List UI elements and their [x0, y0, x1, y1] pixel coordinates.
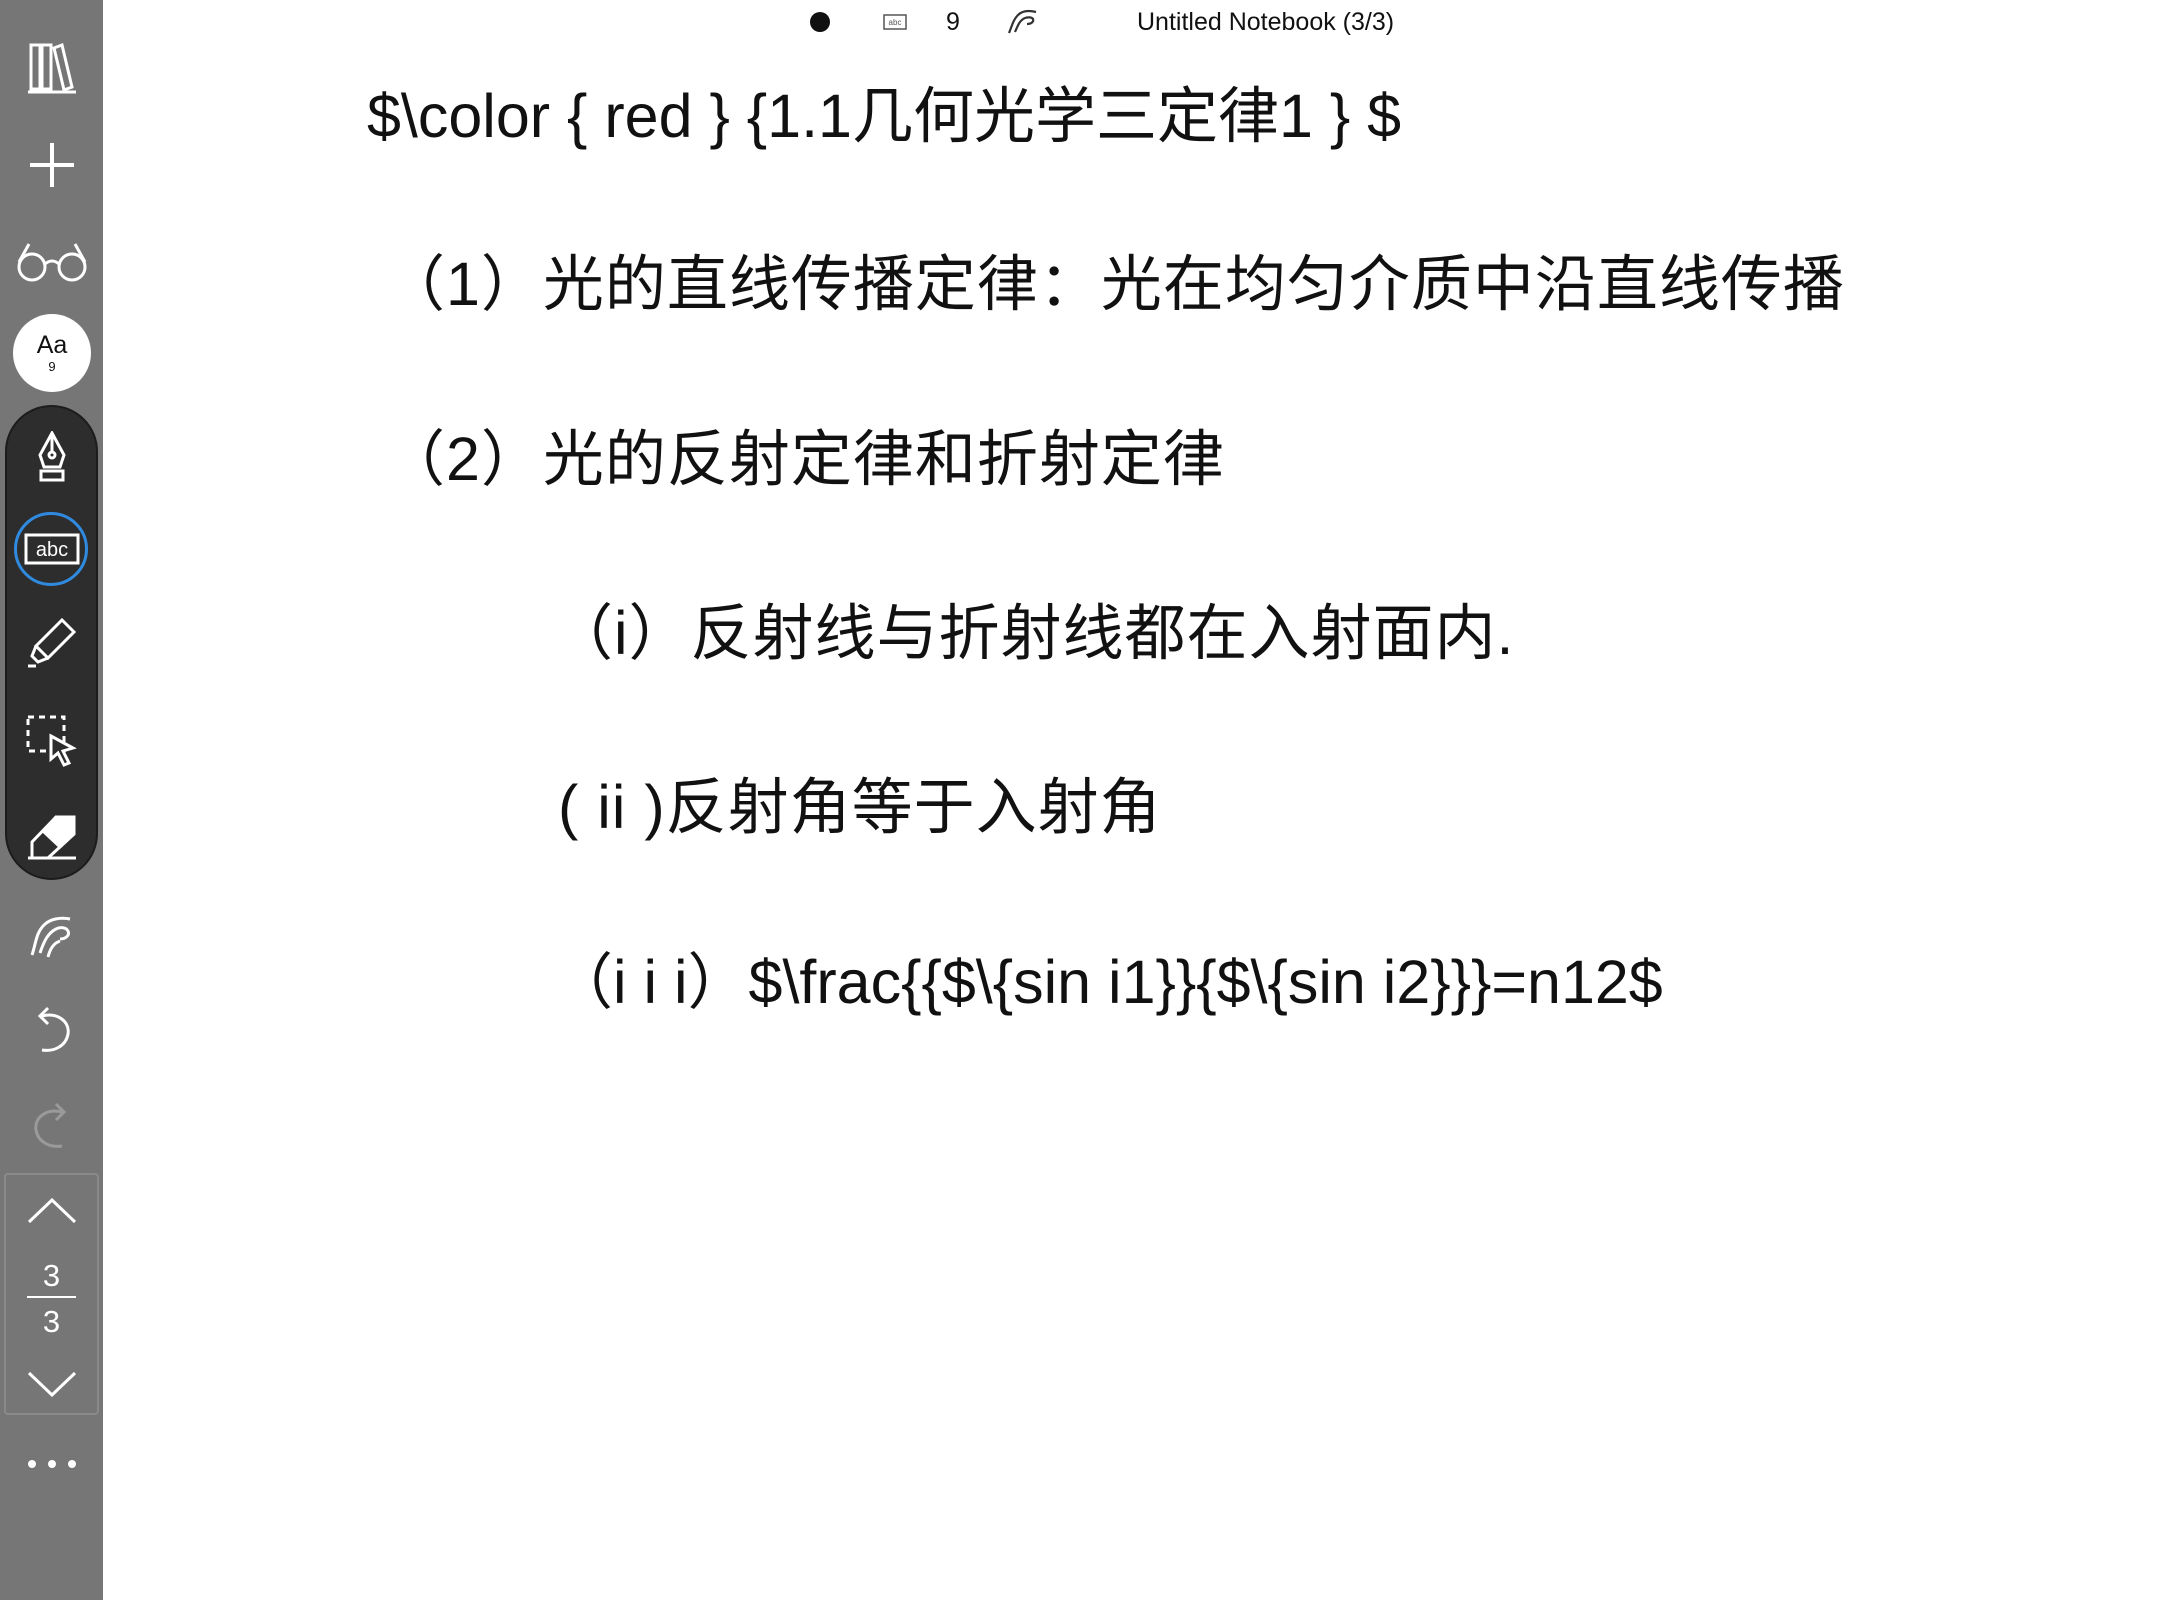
chevron-up-icon [27, 1198, 76, 1224]
notebook-status-bar: abc 9 Untitled Notebook (3/3) [103, 0, 2176, 44]
eraser-icon [27, 815, 76, 860]
more-dots-icon [27, 1460, 76, 1468]
more-options-button[interactable] [0, 1424, 103, 1504]
text-line-2[interactable]: （2）光的反射定律和折射定律 [384, 429, 1225, 490]
text-box-icon: abc [24, 533, 79, 565]
text-line-3[interactable]: （i）反射线与折射线都在入射面内. [552, 603, 1515, 664]
redo-button[interactable] [0, 1082, 103, 1172]
next-page-button[interactable] [0, 1348, 103, 1420]
current-page-number: 3 [42, 1258, 61, 1293]
add-page-button[interactable] [0, 120, 103, 210]
undo-icon [37, 1006, 70, 1052]
hand-gesture-indicator-icon[interactable] [1006, 6, 1040, 36]
pen-tool-button[interactable] [0, 412, 103, 502]
library-button[interactable] [0, 22, 103, 112]
eraser-tool-button[interactable] [0, 792, 103, 882]
undo-button[interactable] [0, 986, 103, 1076]
highlighter-icon [27, 617, 76, 668]
lasso-select-icon [26, 715, 77, 767]
lasso-tool-button[interactable] [0, 696, 103, 786]
toolbar-sidebar: Aa 9 abc 3 3 [0, 0, 103, 1600]
gesture-tool-button[interactable] [0, 890, 103, 980]
svg-text:abc: abc [35, 539, 67, 561]
highlighter-tool-button[interactable] [0, 597, 103, 687]
redo-icon [33, 1102, 66, 1148]
text-tool-indicator-icon[interactable]: abc [883, 14, 907, 30]
glasses-icon [17, 243, 86, 282]
previous-page-button[interactable] [0, 1174, 103, 1248]
pen-color-dot-icon[interactable] [809, 11, 831, 33]
font-settings-button[interactable]: Aa 9 [13, 314, 91, 392]
library-icon [27, 42, 76, 94]
text-line-1[interactable]: （1）光的直线传播定律：光在均匀介质中沿直线传播 [384, 254, 1845, 315]
hand-gesture-icon [30, 916, 70, 958]
view-mode-button[interactable] [0, 217, 103, 307]
text-tool-button[interactable]: abc [0, 504, 103, 594]
plus-icon [29, 143, 74, 187]
notebook-title[interactable]: Untitled Notebook (3/3) [1137, 8, 1394, 37]
fountain-pen-icon [37, 431, 66, 482]
text-line-5[interactable]: （i i i）$\frac{{$\{sin i1}}{$\{sin i2}}}=… [552, 952, 1663, 1013]
font-icon: Aa [36, 331, 68, 359]
svg-text:abc: abc [889, 18, 902, 27]
total-page-count: 3 [42, 1304, 61, 1339]
text-line-4[interactable]: ( ii )反射角等于入射角 [558, 777, 1162, 838]
stroke-size-indicator[interactable]: 9 [946, 8, 960, 37]
text-line-heading[interactable]: $\color { red } {1.1几何光学三定律1 } $ [367, 86, 1401, 147]
page-number-divider [27, 1296, 76, 1298]
chevron-down-icon [27, 1371, 76, 1397]
font-size-label: 9 [48, 359, 56, 374]
